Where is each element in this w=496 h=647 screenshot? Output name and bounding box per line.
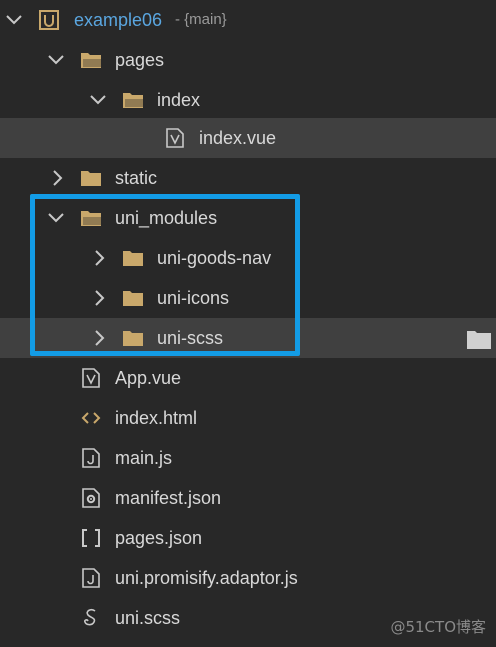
vue-file-icon [164, 127, 186, 149]
folder-open-icon [122, 89, 144, 111]
folder-icon [122, 327, 144, 349]
folder-label: static [115, 168, 158, 188]
file-label: uni.promisify.adaptor.js [115, 568, 298, 588]
folder-open-icon [80, 49, 102, 71]
chevron-down-icon[interactable] [88, 90, 108, 110]
chevron-down-icon[interactable] [4, 10, 24, 30]
html-file-icon [80, 407, 102, 429]
folder-icon [122, 247, 144, 269]
chevron-right-icon[interactable] [48, 168, 68, 188]
folder-row-uni-goods-nav[interactable]: uni-goods-nav [0, 238, 496, 278]
chevron-right-icon[interactable] [90, 248, 110, 268]
folder-icon [80, 167, 102, 189]
chevron-right-icon[interactable] [90, 288, 110, 308]
js-file-icon [80, 447, 102, 469]
watermark: @51CTO博客 [390, 618, 486, 636]
scss-file-icon [80, 607, 102, 629]
file-label: index.html [115, 408, 198, 428]
project-branch: - {main} [175, 11, 227, 28]
vue-file-icon [80, 367, 102, 389]
file-explorer-tree: example06 - {main} pages index index.vue [0, 0, 496, 647]
folder-row-static[interactable]: static [0, 158, 496, 198]
folder-label: pages [115, 50, 165, 70]
folder-row-uni-icons[interactable]: uni-icons [0, 278, 496, 318]
file-row-main-js[interactable]: main.js [0, 438, 496, 478]
file-row-manifest-json[interactable]: manifest.json [0, 478, 496, 518]
chevron-down-icon[interactable] [46, 208, 66, 228]
folder-label: uni-scss [157, 328, 224, 348]
folder-row-index[interactable]: index [0, 80, 496, 120]
project-icon [38, 9, 60, 31]
folder-row-uni-scss[interactable]: uni-scss [0, 318, 496, 358]
folder-label: uni_modules [115, 208, 218, 228]
project-row[interactable]: example06 - {main} [0, 0, 496, 40]
chevron-right-icon[interactable] [90, 328, 110, 348]
folder-label: uni-icons [157, 288, 230, 308]
file-label: App.vue [115, 368, 182, 388]
chevron-down-icon[interactable] [46, 50, 66, 70]
gear-file-icon [80, 487, 102, 509]
folder-row-uni-modules[interactable]: uni_modules [0, 198, 496, 238]
file-row-promisify-js[interactable]: uni.promisify.adaptor.js [0, 558, 496, 598]
file-row-pages-json[interactable]: pages.json [0, 518, 496, 558]
folder-label: index [157, 90, 201, 110]
js-file-icon [80, 567, 102, 589]
file-label: uni.scss [115, 608, 181, 628]
file-label: manifest.json [115, 488, 222, 508]
file-label: index.vue [199, 128, 277, 148]
file-label: pages.json [115, 528, 203, 548]
folder-icon [466, 328, 492, 350]
folder-label: uni-goods-nav [157, 248, 272, 268]
file-row-index-vue[interactable]: index.vue [0, 118, 496, 158]
file-label: main.js [115, 448, 173, 468]
file-row-app-vue[interactable]: App.vue [0, 358, 496, 398]
file-row-index-html[interactable]: index.html [0, 398, 496, 438]
folder-open-icon [80, 207, 102, 229]
folder-row-pages[interactable]: pages [0, 40, 496, 80]
json-file-icon [80, 527, 102, 549]
project-name: example06 [74, 10, 163, 30]
folder-icon [122, 287, 144, 309]
